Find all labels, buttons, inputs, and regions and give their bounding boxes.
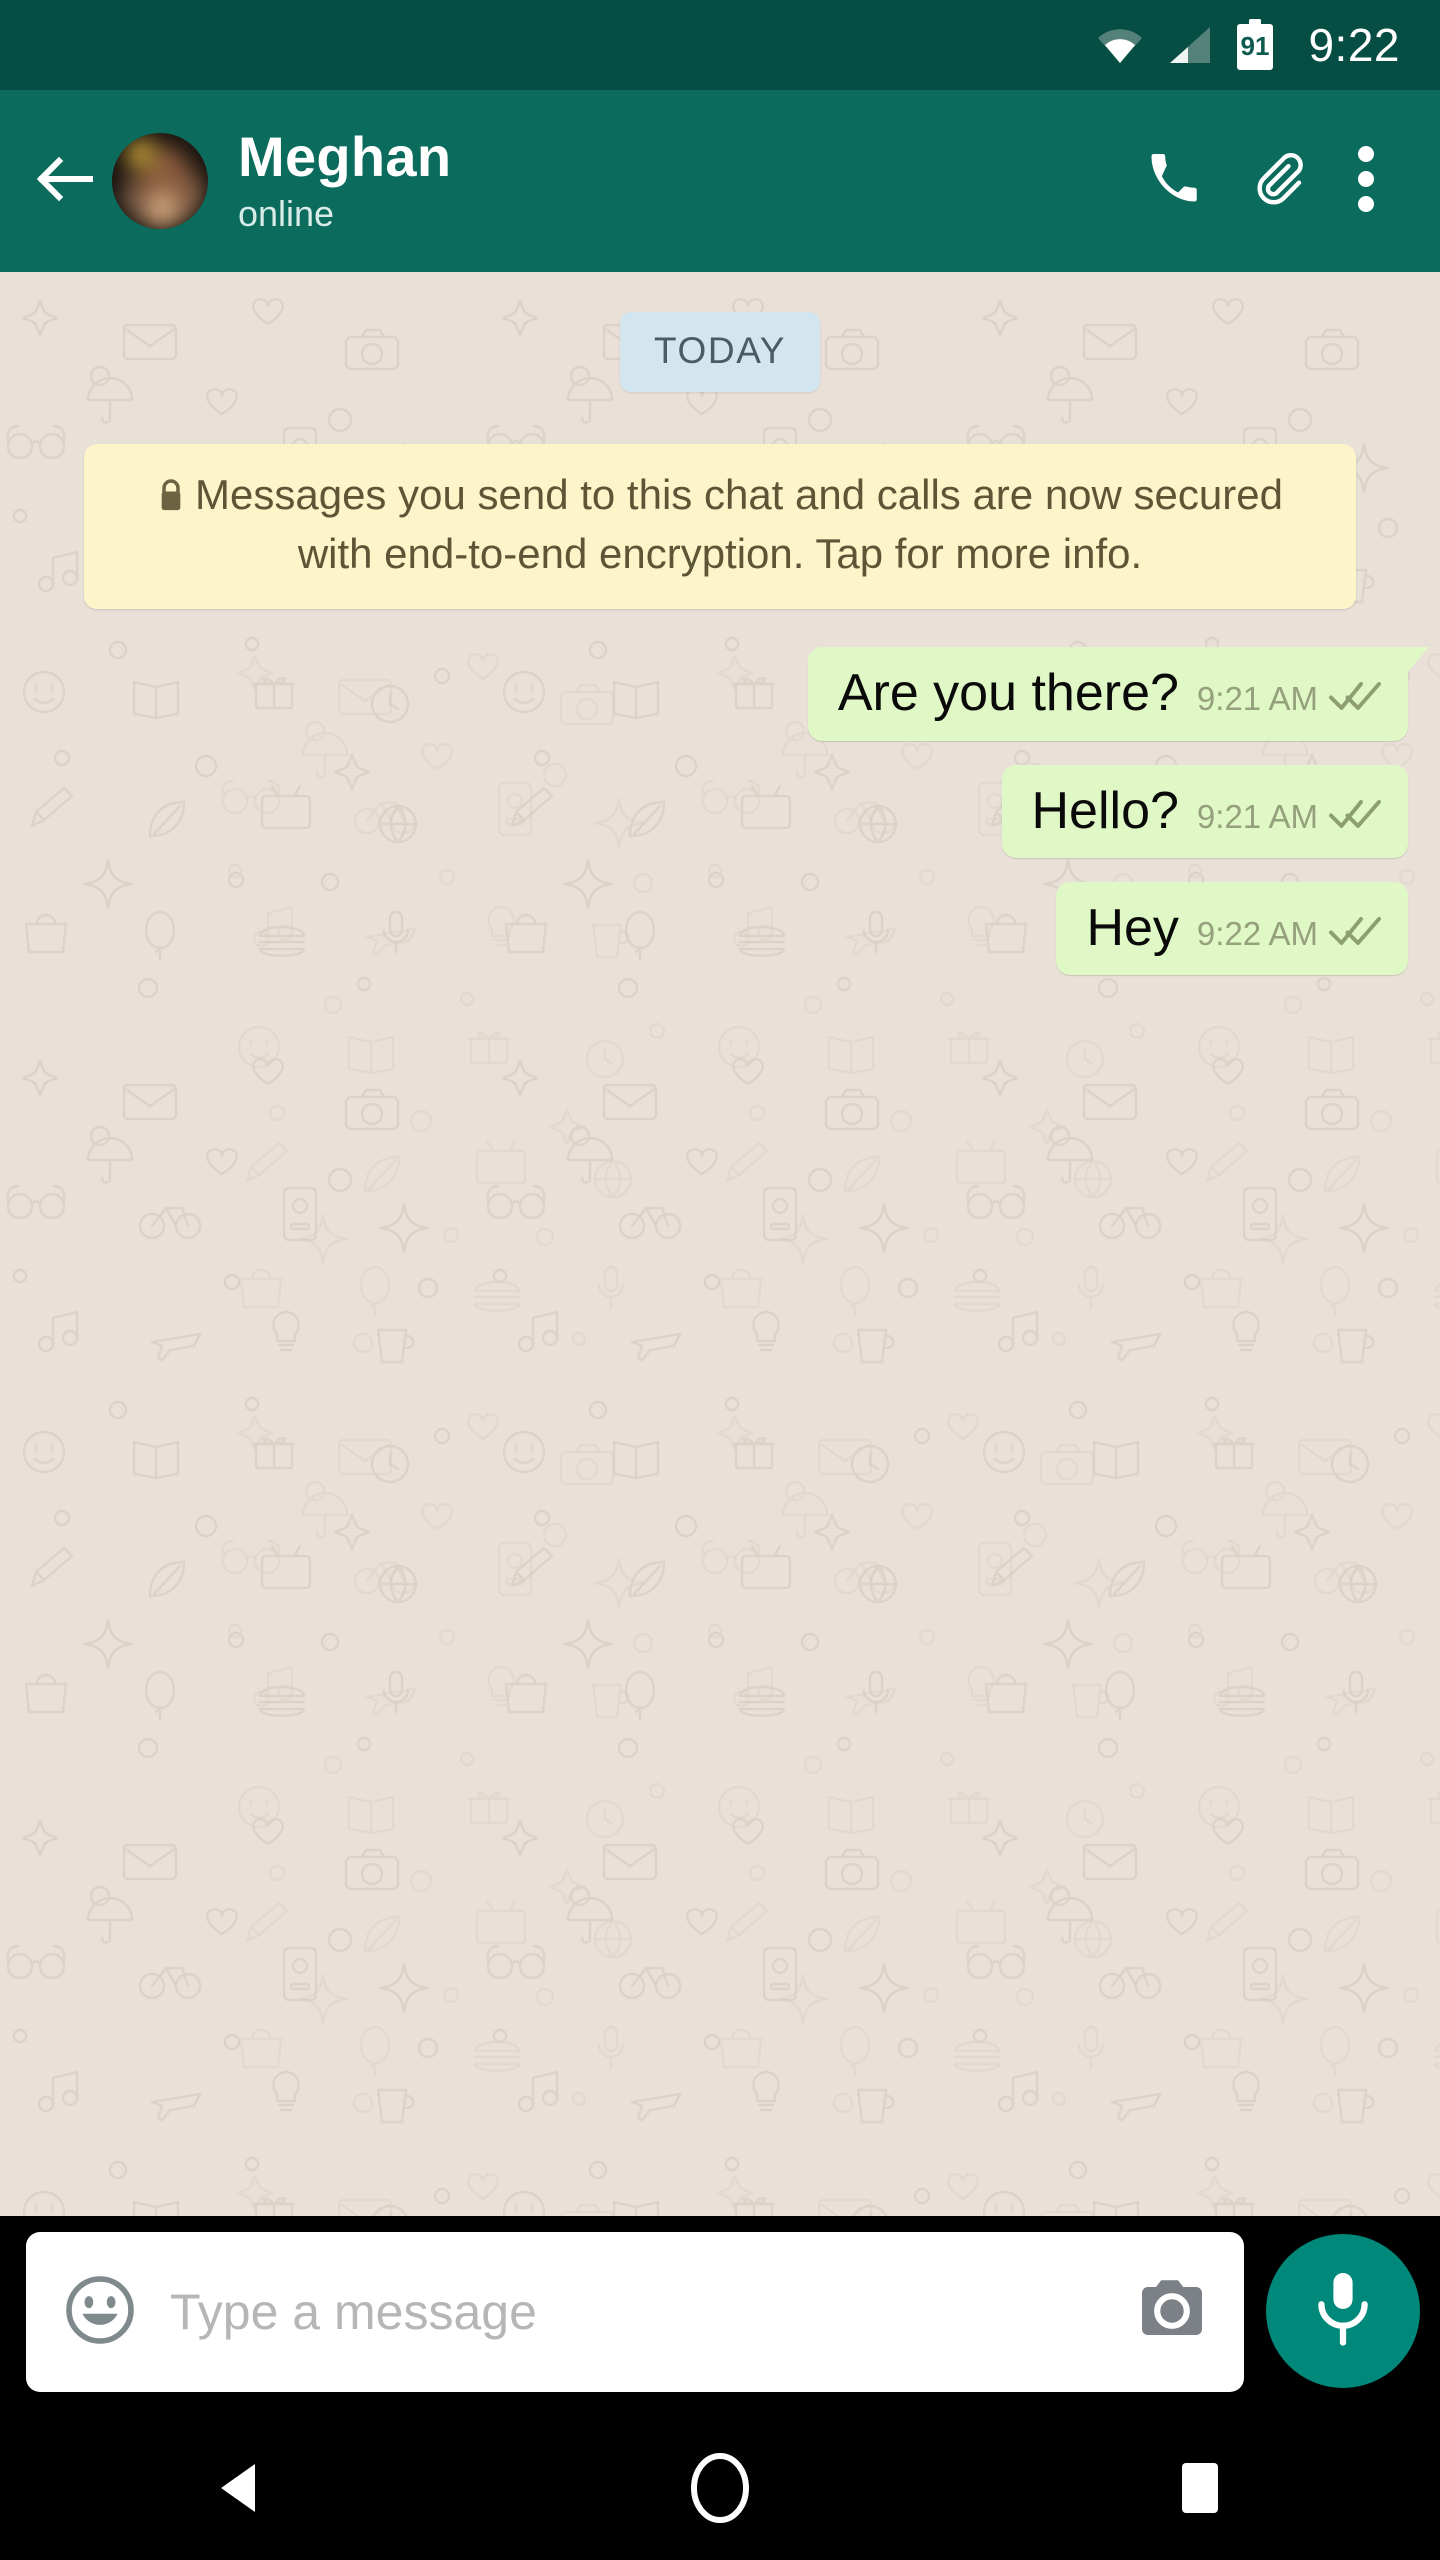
android-back-button[interactable] (150, 2420, 330, 2560)
camera-icon (1134, 2277, 1210, 2348)
contact-name: Meghan (238, 124, 452, 188)
phone-icon (1147, 152, 1201, 211)
contact-presence-status: online (238, 193, 335, 235)
attach-button[interactable] (1226, 129, 1330, 233)
android-recents-button[interactable] (1110, 2420, 1290, 2560)
status-bar-clock: 9:22 (1308, 19, 1400, 71)
camera-button[interactable] (1126, 2266, 1218, 2358)
chat-app-bar: Meghan online (0, 90, 1440, 272)
message-row: Are you there? 9:21 AM (32, 647, 1430, 741)
square-recents-icon (1174, 2457, 1226, 2524)
wifi-icon (1096, 25, 1144, 65)
android-home-button[interactable] (630, 2420, 810, 2560)
date-divider-row: TODAY (0, 312, 1440, 392)
voice-record-button[interactable] (1266, 2234, 1420, 2388)
message-list: Are you there? 9:21 AM Hello? 9:21 AM He… (0, 647, 1440, 976)
call-button[interactable] (1122, 129, 1226, 233)
android-navigation-bar (0, 2420, 1440, 2560)
message-input-field[interactable]: Type a message (170, 2287, 1098, 2337)
message-input-container[interactable]: Type a message (26, 2232, 1244, 2392)
triangle-back-icon (215, 2460, 265, 2521)
lock-icon (157, 472, 185, 527)
message-meta: 9:22 AM (1197, 914, 1382, 953)
message-bubble-outgoing[interactable]: Hey 9:22 AM (1056, 881, 1408, 976)
message-row: Hey 9:22 AM (32, 881, 1408, 976)
message-bubble-outgoing[interactable]: Hello? 9:21 AM (1001, 764, 1408, 858)
whatsapp-chat-screen: 91 9:22 Meghan online TODAY Messages you… (0, 0, 1440, 2560)
double-check-icon (1328, 797, 1382, 836)
date-divider: TODAY (619, 312, 821, 392)
double-check-icon (1328, 679, 1382, 718)
encryption-notice-row: Messages you send to this chat and calls… (0, 444, 1440, 610)
message-input-bar: Type a message (0, 2216, 1440, 2420)
battery-level-text: 91 (1241, 31, 1270, 61)
smiley-icon (63, 2273, 137, 2352)
overflow-menu-button[interactable] (1330, 129, 1402, 233)
message-text: Are you there? (837, 664, 1179, 723)
back-arrow-icon (36, 156, 94, 207)
back-button[interactable] (28, 144, 102, 218)
message-text: Hello? (1031, 781, 1179, 840)
message-row: Hello? 9:21 AM (32, 764, 1408, 858)
battery-icon: 91 (1234, 19, 1276, 71)
cellular-signal-icon (1166, 25, 1212, 65)
encryption-notice[interactable]: Messages you send to this chat and calls… (84, 444, 1356, 610)
emoji-button[interactable] (58, 2270, 142, 2354)
message-meta: 9:21 AM (1197, 679, 1382, 718)
paperclip-icon (1250, 151, 1306, 212)
status-bar: 91 9:22 (0, 0, 1440, 90)
app-bar-actions (1122, 129, 1402, 233)
message-timestamp: 9:21 AM (1196, 797, 1318, 835)
message-text: Hey (1086, 898, 1179, 957)
message-timestamp: 9:21 AM (1196, 680, 1318, 718)
chat-message-area[interactable]: TODAY Messages you send to this chat and… (0, 272, 1440, 2216)
three-dots-icon (1357, 144, 1375, 219)
double-check-icon (1328, 914, 1382, 953)
message-bubble-outgoing[interactable]: Are you there? 9:21 AM (807, 647, 1430, 741)
message-meta: 9:21 AM (1197, 797, 1382, 836)
circle-home-icon (688, 2451, 752, 2530)
message-timestamp: 9:22 AM (1196, 914, 1318, 952)
contact-avatar[interactable] (112, 133, 208, 229)
microphone-icon (1307, 2268, 1379, 2355)
encryption-notice-text: Messages you send to this chat and calls… (195, 471, 1283, 577)
contact-title-block[interactable]: Meghan online (238, 124, 1122, 236)
